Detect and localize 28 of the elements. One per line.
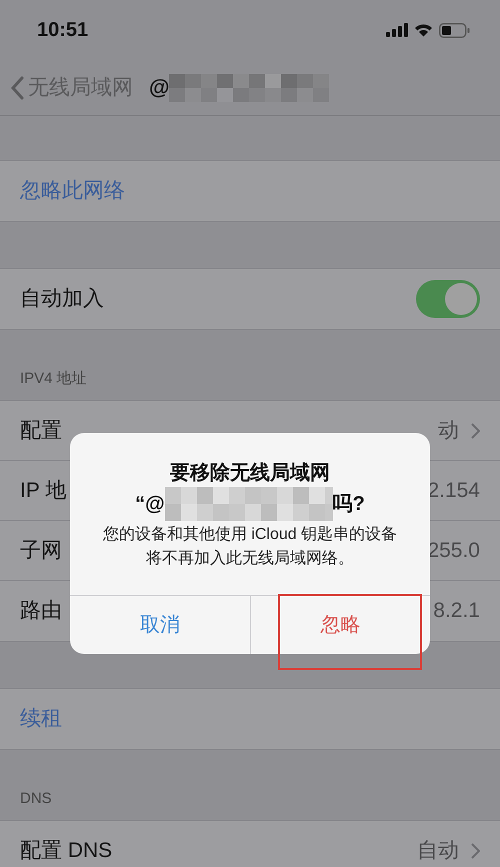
row-label: 配置 DNS <box>20 838 112 864</box>
alert-question: 吗? <box>332 492 365 517</box>
section-header: DNS <box>20 788 52 808</box>
row-label: 子网 <box>20 538 62 564</box>
row-value: 动 <box>438 418 459 444</box>
row-value: 2.154 <box>427 478 480 504</box>
battery-icon <box>439 22 470 38</box>
row-label: 路由 <box>20 598 62 624</box>
row-value: 255.0 <box>427 538 480 564</box>
alert-message: 您的设备和其他使用 iCloud 钥匙串的设备将不再加入此无线局域网络。 <box>102 524 398 569</box>
alert-title: 要移除无线局域网 <box>170 461 330 486</box>
row-label: 自动加入 <box>20 286 104 312</box>
action-link[interactable]: 续租 <box>20 703 62 735</box>
row-value: 自动 <box>417 838 459 864</box>
section-header: IPV4 地址 <box>20 368 87 388</box>
signal-icon <box>386 23 408 37</box>
toggle-switch[interactable] <box>416 280 480 318</box>
action-link[interactable]: 忽略此网络 <box>20 175 125 207</box>
status-time: 10:51 <box>37 18 88 43</box>
nav-title: @ <box>149 74 170 101</box>
back-chevron-icon <box>10 76 24 100</box>
row-label: IP 地 <box>20 478 66 504</box>
row-value: 8.2.1 <box>433 598 480 624</box>
alert-button[interactable]: 忽略 <box>300 602 380 648</box>
row-label: 配置 <box>20 418 62 444</box>
wifi-icon <box>414 23 433 37</box>
alert-network-name: “@ <box>135 492 165 517</box>
alert-button[interactable]: 取消 <box>120 602 200 648</box>
